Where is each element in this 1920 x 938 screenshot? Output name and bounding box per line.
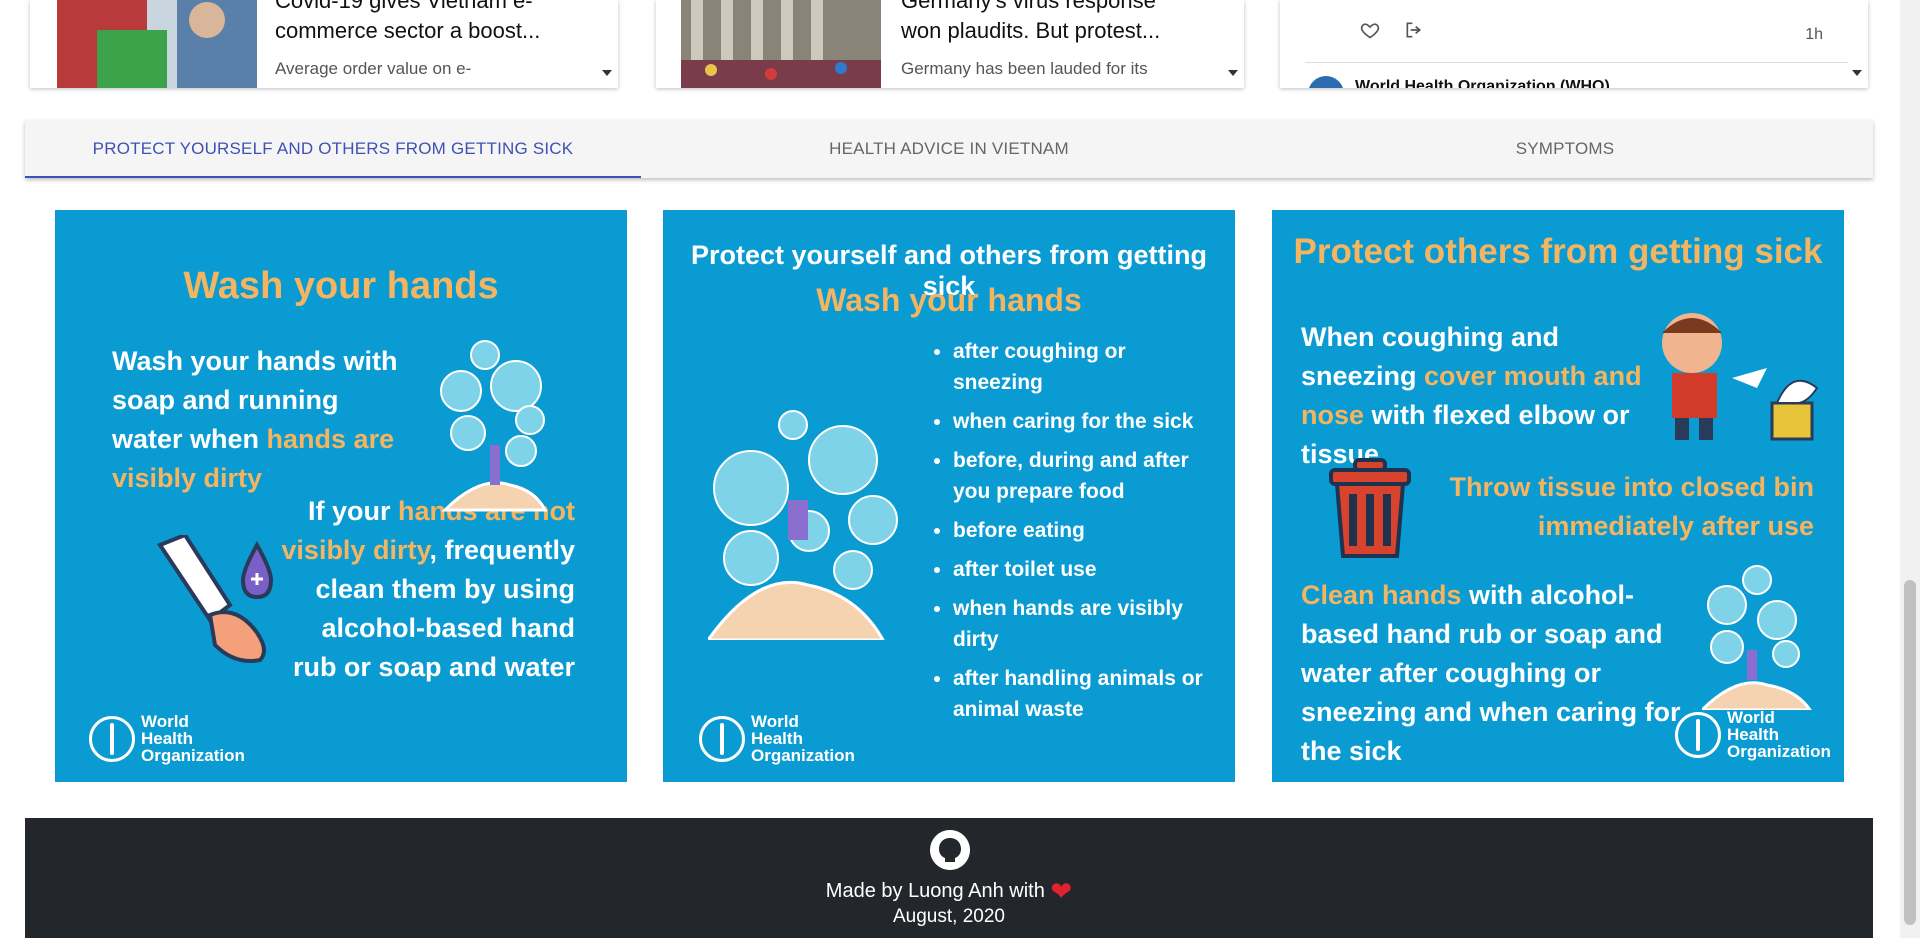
news-image-2[interactable]	[681, 0, 881, 88]
tab-label: PROTECT YOURSELF AND OTHERS FROM GETTING…	[92, 139, 574, 158]
sneezing-person-icon	[1662, 313, 1819, 441]
news-card-2[interactable]: Germany's virus response won plaudits. B…	[656, 0, 1244, 88]
who-logo: World Health Organization	[1675, 708, 1831, 761]
who-logo: World Health Organization	[89, 712, 245, 765]
who-emblem-icon	[1675, 711, 1721, 758]
site-footer: Made by Luong Anh with ❤ August, 2020	[25, 818, 1873, 938]
poster-text-2: Throw tissue into closed bin immediately…	[1449, 472, 1814, 541]
heart-icon: ❤	[1050, 876, 1073, 906]
who-avatar[interactable]	[1308, 76, 1344, 88]
list-item: after handling animals or animal waste	[953, 663, 1213, 725]
tab-protect[interactable]: PROTECT YOURSELF AND OTHERS FROM GETTING…	[25, 120, 641, 178]
who-emblem-icon	[89, 715, 135, 762]
text-segment: If your	[307, 496, 398, 526]
scroll-down-arrow-icon[interactable]	[1852, 70, 1862, 76]
tab-bar: PROTECT YOURSELF AND OTHERS FROM GETTING…	[25, 120, 1873, 178]
tab-symptoms[interactable]: SYMPTOMS	[1257, 120, 1873, 178]
list-item: after coughing or sneezing	[953, 336, 1213, 398]
made-by-text: Made by Luong Anh with	[825, 879, 1045, 902]
news-title-2[interactable]: Germany's virus response won plaudits. B…	[901, 0, 1201, 46]
poster-wash-hands: Wash your hands Wash your hands with soa…	[55, 210, 627, 782]
news-excerpt-2: Germany has been lauded for its	[901, 59, 1148, 78]
poster-protect-others: Protect others from getting sick When co…	[1272, 210, 1844, 782]
poster-protect-yourself: Protect yourself and others from getting…	[663, 210, 1235, 782]
tab-label: HEALTH ADVICE IN VIETNAM	[829, 139, 1069, 158]
tweet-actions	[1360, 20, 1424, 40]
poster-title: Protect others from getting sick	[1293, 232, 1823, 271]
list-item: before, during and after you prepare foo…	[953, 445, 1213, 507]
page-scrollbar[interactable]	[1900, 0, 1920, 938]
tweet-author[interactable]: World Health Organization (WHO)	[1355, 78, 1610, 88]
poster-title: Wash your hands	[816, 282, 1082, 318]
share-icon[interactable]	[1404, 20, 1424, 40]
poster-text-1: Wash your hands with soap and running wa…	[112, 342, 412, 498]
trash-bin-icon	[1329, 458, 1411, 558]
who-logo: World Health Organization	[699, 712, 855, 765]
tab-label: SYMPTOMS	[1515, 139, 1615, 158]
made-by-line: Made by Luong Anh with ❤	[25, 876, 1873, 907]
tweet-card: 1h World Health Organization (WHO)	[1280, 0, 1868, 88]
who-emblem-icon	[699, 715, 745, 762]
handwash-occasions-list: after coughing or sneezing when caring f…	[933, 336, 1213, 725]
like-heart-icon[interactable]	[1360, 20, 1380, 40]
list-item: after toilet use	[953, 554, 1213, 585]
news-image-1[interactable]	[57, 0, 257, 88]
poster-title: Wash your hands	[183, 265, 499, 307]
list-item: before eating	[953, 515, 1213, 546]
tweet-divider	[1305, 62, 1848, 63]
list-item: when hands are visibly dirty	[953, 593, 1213, 655]
github-icon[interactable]	[930, 830, 970, 870]
tab-health-advice[interactable]: HEALTH ADVICE IN VIETNAM	[641, 120, 1257, 178]
poster-text-3: Clean hands with alcohol-based hand rub …	[1301, 576, 1691, 771]
who-logo-text: World Health Organization	[141, 712, 245, 765]
scroll-down-arrow-icon[interactable]	[602, 70, 612, 76]
news-excerpt-1: Average order value on e-	[275, 59, 472, 78]
who-logo-text: World Health Organization	[1727, 708, 1831, 761]
poster-text-1: When coughing and sneezing cover mouth a…	[1301, 318, 1661, 474]
scrollbar-thumb[interactable]	[1904, 580, 1916, 925]
scroll-down-arrow-icon[interactable]	[1228, 70, 1238, 76]
footer-date: August, 2020	[893, 906, 1005, 927]
news-title-1[interactable]: Covid-19 gives Vietnam e-commerce sector…	[275, 0, 575, 46]
who-logo-text: World Health Organization	[751, 712, 855, 765]
highlight-segment: Clean hands	[1301, 580, 1462, 610]
tweet-timestamp[interactable]: 1h	[1805, 26, 1823, 44]
news-card-1[interactable]: Covid-19 gives Vietnam e-commerce sector…	[30, 0, 618, 88]
sanitizer-hand-icon	[156, 535, 274, 663]
list-item: when caring for the sick	[953, 406, 1213, 437]
top-cards-row: Covid-19 gives Vietnam e-commerce sector…	[0, 0, 1900, 100]
poster-text-2: If your hands are not visibly dirty, fre…	[275, 492, 575, 687]
